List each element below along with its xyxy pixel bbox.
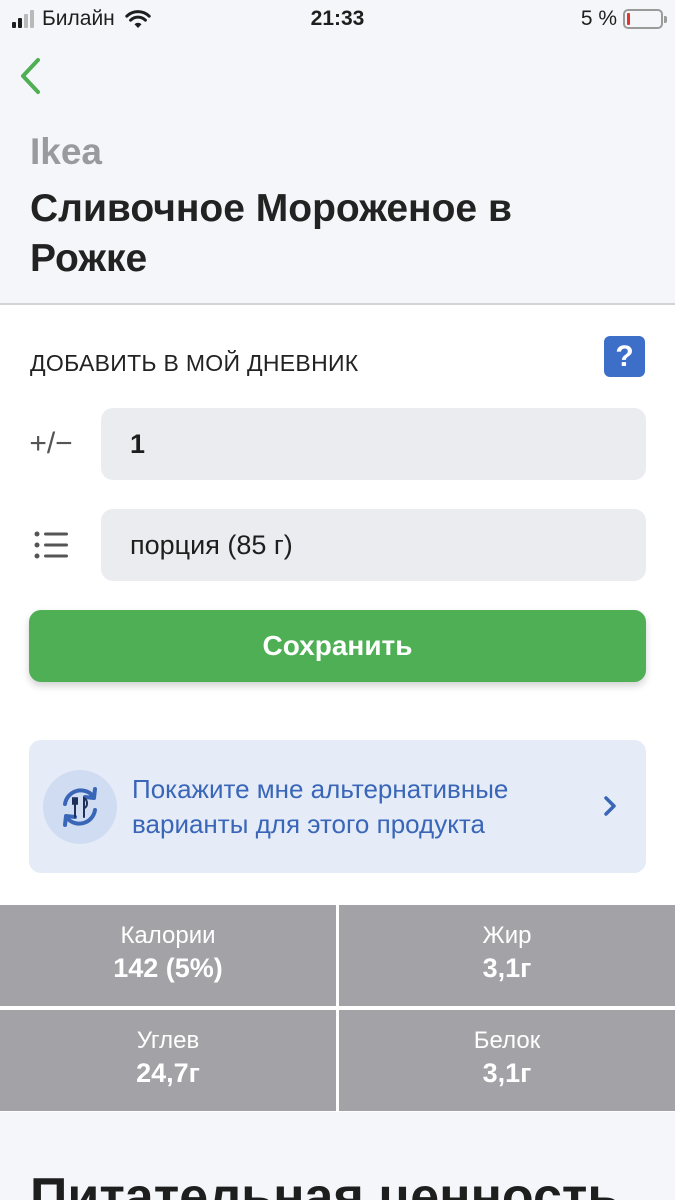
section-label-add-to-diary: ДОБАВИТЬ В МОЙ ДНЕВНИК: [30, 350, 359, 376]
list-icon-graphic: [34, 531, 68, 559]
nutrient-value: 3,1г: [482, 953, 532, 983]
clock: 21:33: [310, 7, 365, 30]
alternatives-text: Покажите мне альтернативные варианты для…: [132, 774, 509, 839]
nutrient-value: 24,7г: [136, 1058, 200, 1088]
back-button[interactable]: [10, 54, 50, 98]
swap-cutlery-icon-graphic: [63, 787, 97, 827]
list-icon: [27, 525, 75, 565]
nutrient-value: 3,1г: [482, 1058, 532, 1088]
plus-minus-glyph: +/−: [29, 427, 73, 460]
nutrition-section-title: Питательная ценность: [30, 1168, 620, 1200]
help-button[interactable]: ?: [604, 336, 645, 377]
quantity-input[interactable]: 1: [101, 408, 646, 480]
nutrient-tile-fat: Жир 3,1г: [339, 905, 675, 1006]
nutrient-label: Углев: [136, 1027, 200, 1054]
chevron-right-icon: [604, 796, 616, 816]
nutrient-grid: Калории 142 (5%) Жир 3,1г Углев 24,7г Бе…: [0, 905, 675, 1112]
nutrient-tile-carbs: Углев 24,7г: [0, 1010, 336, 1111]
status-bar: Билайн 21:33 5 %: [0, 0, 675, 38]
nutrition-section: Питательная ценность: [0, 1112, 675, 1200]
battery-icon: [623, 9, 667, 29]
save-button[interactable]: Сохранить: [29, 610, 646, 682]
page-title: Сливочное Мороженое в Рожке: [30, 187, 512, 280]
battery-percent: 5 %: [580, 7, 617, 30]
nutrient-value: 142 (5%): [113, 953, 223, 983]
product-header: Ikea Сливочное Мороженое в Рожке: [0, 38, 675, 305]
quantity-value: 1: [130, 428, 146, 459]
serving-size-value: порция (85 г): [130, 529, 293, 560]
nutrient-tile-calories: Калории 142 (5%): [0, 905, 336, 1006]
nutrient-label: Жир: [482, 922, 532, 949]
swap-cutlery-icon: [43, 770, 117, 844]
brand-name: Ikea: [30, 131, 103, 172]
serving-size-select[interactable]: порция (85 г): [101, 509, 646, 581]
nutrient-tile-protein: Белок 3,1г: [339, 1010, 675, 1111]
chevron-left-icon: [21, 58, 40, 94]
nutrient-label: Белок: [473, 1027, 541, 1054]
nutrient-label: Калории: [120, 922, 216, 949]
battery-level: [627, 13, 630, 25]
plus-minus-icon: +/−: [27, 424, 75, 464]
alternatives-card[interactable]: Покажите мне альтернативные варианты для…: [29, 740, 646, 873]
